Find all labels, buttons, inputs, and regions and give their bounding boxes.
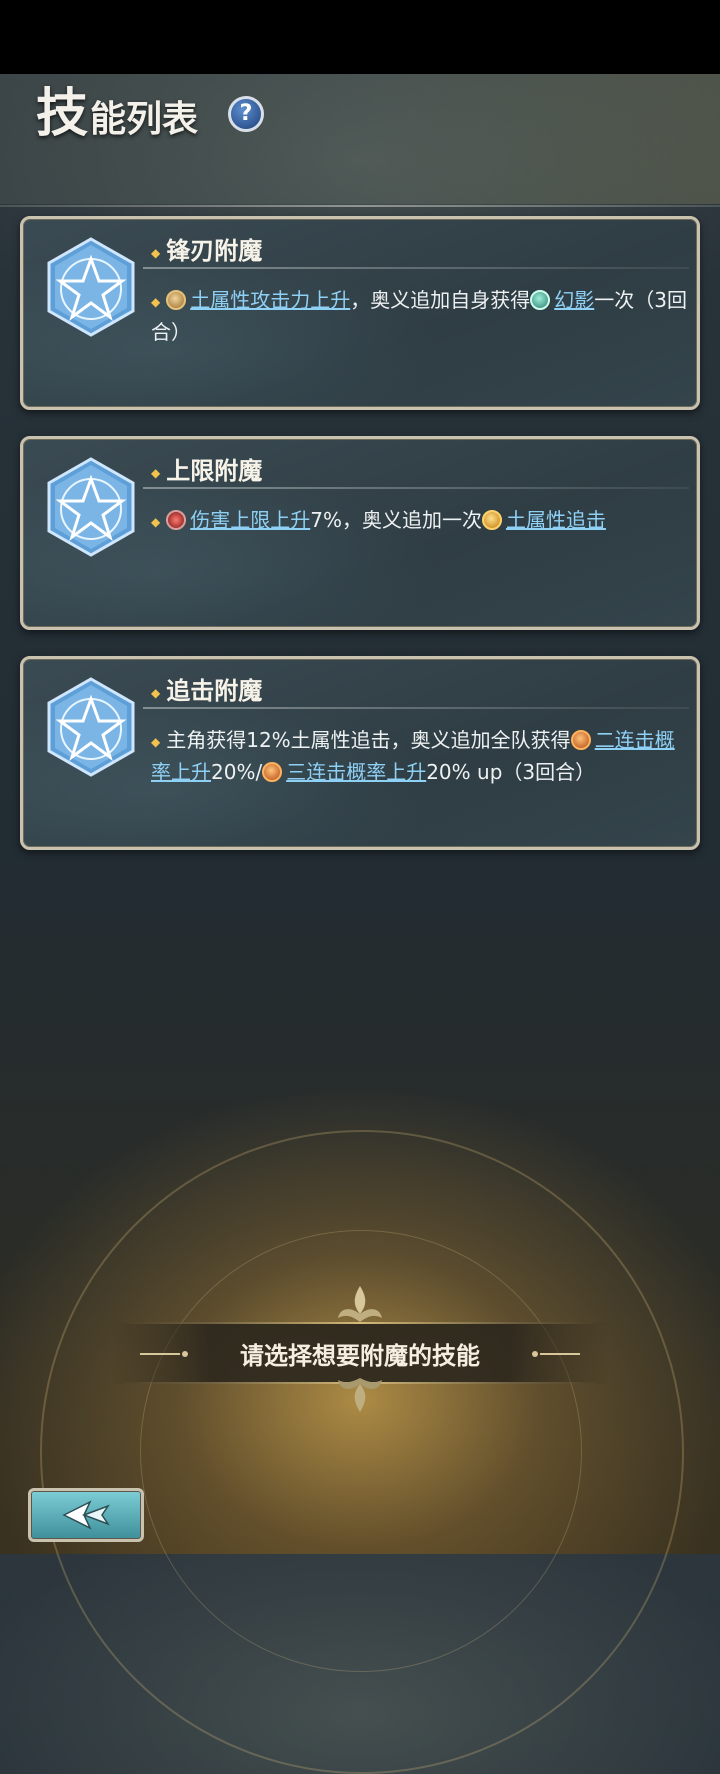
page-title: 技 能列表: [36, 82, 198, 142]
help-button[interactable]: ?: [228, 96, 264, 132]
desc-text: 20% up（3回合）: [426, 759, 596, 784]
star-emblem-icon: [47, 457, 135, 557]
desc-text: 20%/: [211, 759, 263, 784]
skill-description: ◆ 伤害上限上升7%，奥义追加一次 土属性追击: [151, 508, 606, 532]
buff-link-earth-chase[interactable]: 土属性追击: [506, 508, 606, 532]
chase-attack-icon: [481, 510, 502, 530]
back-arrow-icon: [62, 1500, 110, 1530]
desc-text: 主角获得12%土属性追击，奥义追加全队获得: [166, 728, 571, 752]
double-attack-icon: [570, 730, 591, 750]
select-skill-prompt: 请选择想要附魔的技能: [240, 1341, 480, 1370]
fleur-ornament-bottom-icon: [338, 1378, 382, 1412]
earth-attack-icon: [166, 290, 187, 310]
skill-description: ◆ 主角获得12%土属性追击，奥义追加全队获得 二连击概率上升20%/三连击概率上升…: [151, 728, 675, 784]
star-emblem-icon: [47, 237, 135, 337]
page-title-first-char: 技: [36, 83, 89, 144]
star-emblem-icon: [47, 677, 135, 777]
back-button[interactable]: [28, 1488, 144, 1542]
skill-card-cap-enchant[interactable]: ◆ 上限附魔 ◆ 伤害上限上升7%，奥义追加一次 土属性追击: [20, 436, 700, 630]
buff-link-damage-cap[interactable]: 伤害上限上升: [190, 508, 310, 532]
skill-name: ◆ 锋刃附魔: [151, 236, 263, 265]
desc-text: 7%，奥义追加一次: [310, 508, 482, 532]
skill-name: ◆ 追击附魔: [151, 676, 263, 705]
fleur-ornament-icon: [338, 1286, 382, 1322]
header-divider: [0, 205, 720, 207]
triple-attack-icon: [262, 761, 283, 782]
skill-description: ◆ 土属性攻击力上升，奥义追加自身获得 幻影一次（3回合）: [151, 288, 687, 344]
phantom-icon: [530, 290, 551, 310]
status-bar: [0, 0, 720, 74]
skill-card-blade-enchant[interactable]: ◆ 锋刃附魔 ◆ 土属性攻击力上升，奥义追加自身获得 幻影一次（3回合）: [20, 216, 700, 410]
buff-link-earth-attack[interactable]: 土属性攻击力上升: [190, 288, 350, 312]
page-title-rest: 能列表: [90, 98, 199, 140]
buff-link-phantom[interactable]: 幻影: [554, 288, 594, 312]
desc-text: ，奥义追加自身获得: [350, 288, 531, 312]
skill-name: ◆ 上限附魔: [151, 456, 263, 485]
buff-link-triple-attack[interactable]: 三连击概率上升: [286, 760, 426, 784]
damage-cap-icon: [166, 510, 187, 530]
skill-card-chase-enchant[interactable]: ◆ 追击附魔 ◆ 主角获得12%土属性追击，奥义追加全队获得 二连击概率上升20%/三…: [20, 656, 700, 850]
banner-top-line: [120, 1322, 600, 1324]
